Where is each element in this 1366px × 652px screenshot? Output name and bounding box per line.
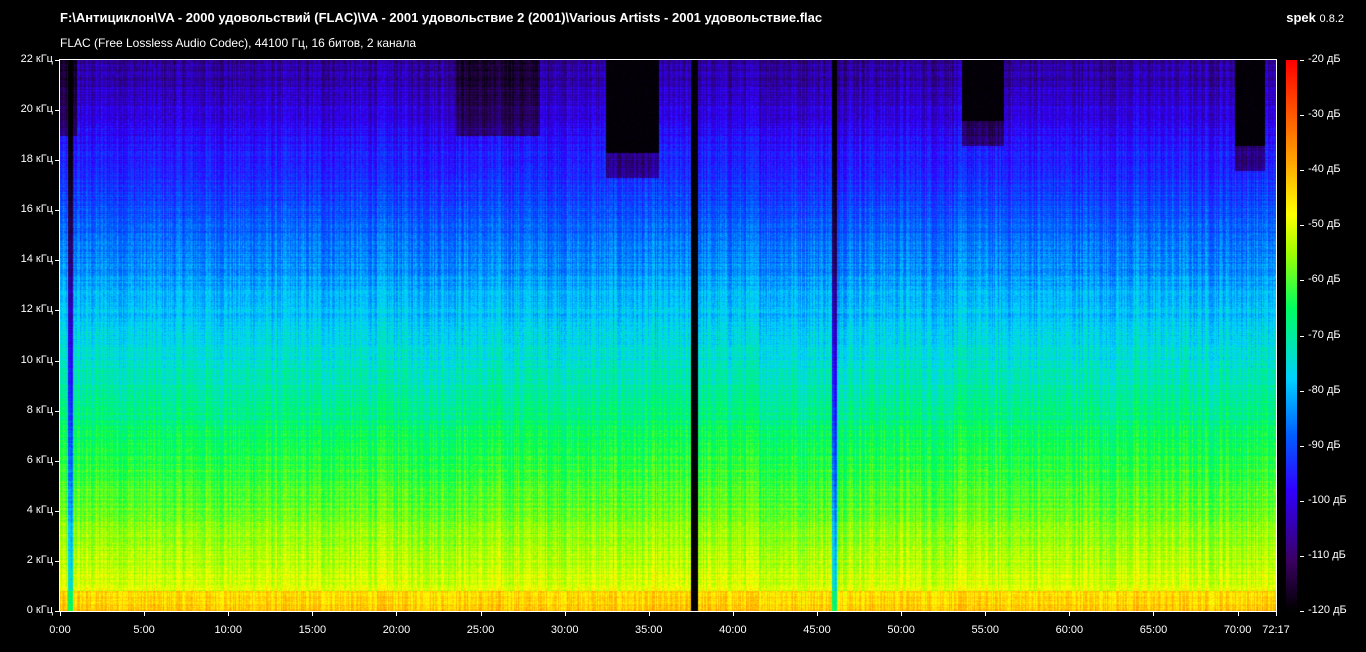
db-tick [1300, 60, 1304, 61]
frequency-tick [55, 210, 59, 212]
time-tick [60, 612, 61, 616]
time-label: 30:00 [550, 624, 579, 636]
db-label: -80 дБ [1308, 383, 1341, 396]
time-end-label: 72:17 [1262, 624, 1290, 636]
time-label: 10:00 [214, 624, 242, 636]
frequency-label: 20 кГц [20, 103, 53, 116]
frequency-tick [55, 260, 59, 262]
app-version: 0.8.2 [1319, 13, 1344, 25]
db-tick [1300, 555, 1304, 557]
frequency-tick [55, 460, 59, 462]
time-tick [1153, 612, 1155, 616]
spectrogram-canvas [60, 60, 1276, 611]
time-tick [817, 612, 819, 616]
db-tick [1300, 445, 1304, 447]
db-label: -120 дБ [1308, 604, 1347, 616]
time-tick [396, 612, 398, 616]
frequency-tick [55, 360, 59, 362]
time-tick [732, 612, 734, 616]
time-label: 0:00 [49, 624, 71, 636]
time-label: 35:00 [635, 624, 663, 636]
frequency-tick [55, 160, 59, 162]
db-tick [1300, 225, 1304, 227]
app-name: spek [1286, 10, 1316, 25]
db-label: -100 дБ [1308, 493, 1347, 506]
db-tick [1300, 611, 1304, 612]
time-label: 25:00 [466, 624, 495, 636]
time-label: 60:00 [1055, 624, 1084, 636]
time-tick [480, 612, 482, 616]
time-label: 45:00 [803, 624, 831, 636]
frequency-label: 10 кГц [20, 353, 53, 366]
db-label: -30 дБ [1308, 108, 1341, 121]
db-label: -20 дБ [1308, 53, 1341, 65]
db-label: -60 дБ [1308, 273, 1341, 286]
spectrogram [59, 59, 1277, 612]
db-tick [1300, 390, 1304, 392]
frequency-label: 0 кГц [26, 604, 53, 616]
frequency-label: 22 кГц [20, 53, 53, 65]
frequency-label: 6 кГц [26, 453, 53, 466]
frequency-label: 2 кГц [26, 553, 53, 566]
time-label: 15:00 [298, 624, 327, 636]
time-label: 40:00 [719, 624, 747, 636]
time-label: 70:00 [1223, 624, 1252, 636]
time-tick [1237, 612, 1239, 616]
time-tick [564, 612, 566, 616]
frequency-tick [55, 60, 59, 61]
time-label: 55:00 [971, 624, 999, 636]
db-tick [1300, 500, 1304, 502]
app-brand: spek 0.8.2 [1286, 10, 1344, 25]
time-label: 20:00 [382, 624, 411, 636]
frequency-label: 12 кГц [20, 303, 53, 316]
stream-info: FLAC (Free Lossless Audio Codec), 44100 … [60, 36, 416, 50]
time-tick [1069, 612, 1071, 616]
time-tick [985, 612, 987, 616]
time-label: 50:00 [887, 624, 915, 636]
time-tick [1276, 612, 1277, 616]
frequency-label: 18 кГц [20, 153, 53, 166]
frequency-label: 8 кГц [26, 403, 53, 416]
db-label: -90 дБ [1308, 438, 1341, 451]
db-tick [1300, 335, 1304, 337]
db-label: -50 дБ [1308, 218, 1341, 231]
frequency-tick [55, 560, 59, 562]
time-tick [144, 612, 146, 616]
time-tick [228, 612, 230, 616]
frequency-tick [55, 310, 59, 312]
time-label: 65:00 [1139, 624, 1168, 636]
db-color-scale [1286, 60, 1297, 611]
frequency-tick [55, 110, 59, 112]
db-tick [1300, 115, 1304, 117]
frequency-tick [55, 410, 59, 412]
file-path-title: F:\Антициклон\VA - 2000 удовольствий (FL… [60, 10, 823, 25]
time-label: 5:00 [133, 624, 155, 636]
frequency-label: 16 кГц [20, 203, 53, 216]
time-tick [312, 612, 314, 616]
frequency-label: 14 кГц [20, 253, 53, 266]
db-label: -110 дБ [1308, 548, 1346, 561]
frequency-tick [55, 611, 59, 612]
frequency-tick [55, 510, 59, 512]
time-tick [901, 612, 903, 616]
frequency-label: 4 кГц [26, 503, 53, 516]
db-tick [1300, 170, 1304, 172]
time-tick [648, 612, 650, 616]
db-tick [1300, 280, 1304, 282]
db-label: -70 дБ [1308, 328, 1341, 341]
db-label: -40 дБ [1308, 163, 1341, 176]
